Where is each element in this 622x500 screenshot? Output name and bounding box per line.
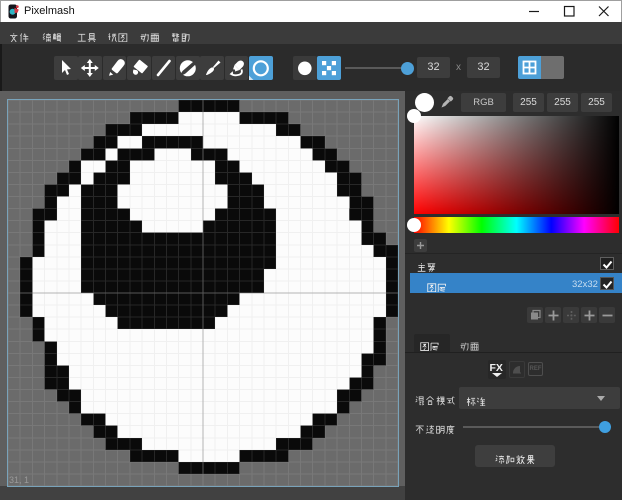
svg-text:FX: FX bbox=[490, 362, 503, 374]
svg-text:31, 1: 31, 1 bbox=[9, 475, 29, 485]
